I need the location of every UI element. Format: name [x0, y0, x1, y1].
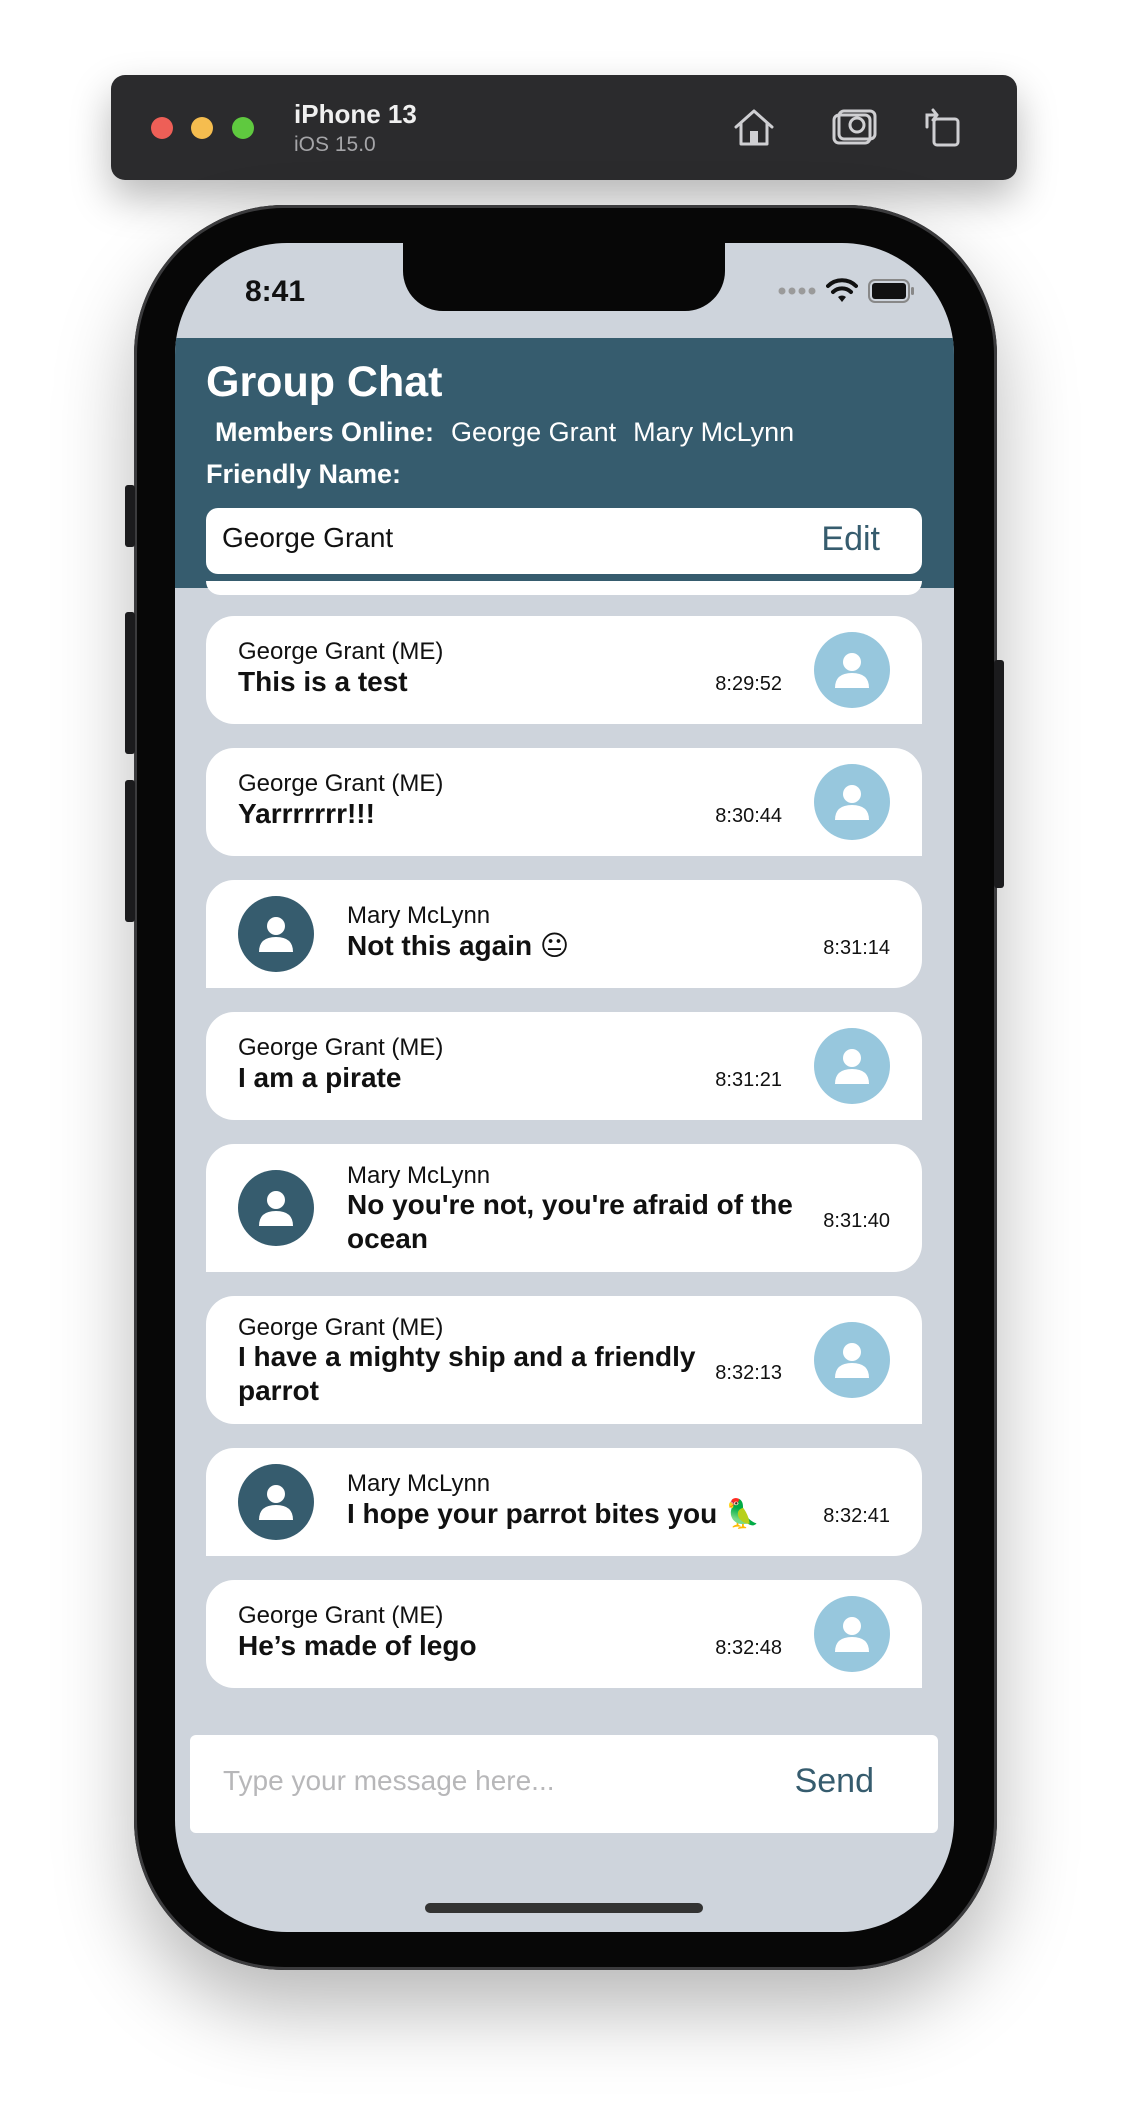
friendly-name-label: Friendly Name:: [206, 459, 402, 489]
message-composer[interactable]: Type your message here... Send: [190, 1735, 938, 1833]
message-bubble: Mary McLynn No you're not, you're afraid…: [206, 1144, 922, 1272]
avatar: [814, 1322, 890, 1398]
message-sender: George Grant (ME): [238, 638, 444, 665]
message-text: Yarrrrrrr!!!: [238, 798, 375, 829]
avatar: [814, 1028, 890, 1104]
message-bubble: Mary McLynn I hope your parrot bites you…: [206, 1448, 922, 1556]
message-sender: George Grant (ME): [238, 1602, 444, 1629]
message-text: This is a test: [238, 666, 408, 697]
zoom-window-button[interactable]: [232, 117, 254, 139]
home-icon[interactable]: [728, 101, 780, 153]
battery-icon: [868, 279, 914, 303]
message-time: 8:31:40: [823, 1210, 890, 1232]
screenshot-icon[interactable]: [827, 101, 879, 153]
message-time: 8:32:41: [823, 1505, 890, 1527]
message-text: I hope your parrot bites you 🦜: [347, 1498, 760, 1529]
message-text: He’s made of lego: [238, 1630, 477, 1661]
wifi-icon: [826, 278, 858, 302]
friendly-name-field[interactable]: George Grant Edit: [206, 508, 922, 574]
message-sender: Mary McLynn: [347, 1470, 491, 1497]
message-time: 8:29:52: [715, 673, 782, 695]
message-input[interactable]: Type your message here...: [223, 1765, 555, 1797]
friendly-name-input[interactable]: George Grant: [222, 522, 393, 554]
message-sender: George Grant (ME): [238, 1314, 444, 1341]
close-window-button[interactable]: [151, 117, 173, 139]
message-text: Not this again 😐: [347, 930, 570, 961]
signal-icon: [778, 287, 816, 295]
user-icon: [259, 1485, 293, 1520]
message-sender: George Grant (ME): [238, 770, 444, 797]
message-bubble: Mary McLynn Not this again 😐 8:31:14: [206, 880, 922, 988]
volume-up-button: [125, 612, 135, 754]
app-screen: 8:41 Group Chat Members Online: George G…: [175, 243, 954, 1932]
notch: [403, 243, 725, 311]
status-icons: [778, 276, 916, 306]
member-name: George Grant: [451, 417, 617, 447]
message-bubble: George Grant (ME) I have a mighty ship a…: [206, 1296, 922, 1424]
message-bubble: George Grant (ME) This is a test 8:29:52: [206, 616, 922, 724]
avatar: [238, 1464, 314, 1540]
status-time: 8:41: [245, 275, 306, 308]
user-icon: [835, 1343, 869, 1378]
message-bubble: George Grant (ME) He’s made of lego 8:32…: [206, 1580, 922, 1688]
simulator-toolbar: iPhone 13 iOS 15.0: [111, 75, 1017, 180]
page-title: Group Chat: [206, 358, 443, 406]
send-button[interactable]: Send: [795, 1762, 874, 1801]
message-bubble: George Grant (ME) I am a pirate 8:31:21: [206, 1012, 922, 1120]
avatar: [814, 764, 890, 840]
device-name: iPhone 13: [294, 99, 417, 129]
user-icon: [835, 1617, 869, 1652]
member-name: Mary McLynn: [633, 417, 795, 447]
message-text: No you're not, you're afraid of the ocea…: [347, 1189, 793, 1254]
members-online-label: Members Online:: [215, 417, 435, 447]
message-text: I am a pirate: [238, 1062, 402, 1093]
power-button: [994, 660, 1004, 888]
message-time: 8:31:14: [823, 937, 890, 959]
user-icon: [835, 1049, 869, 1084]
message-time: 8:32:13: [715, 1362, 782, 1384]
rotate-icon[interactable]: [917, 101, 969, 153]
user-icon: [259, 1191, 293, 1226]
avatar: [238, 896, 314, 972]
message-sender: George Grant (ME): [238, 1034, 444, 1061]
avatar: [814, 632, 890, 708]
os-version: iOS 15.0: [294, 133, 376, 156]
chat-header: Group Chat Members Online: George Grant …: [175, 338, 954, 588]
message-time: 8:32:48: [715, 1637, 782, 1659]
message-text: I have a mighty ship and a friendly parr…: [238, 1341, 696, 1406]
mute-switch: [125, 485, 135, 547]
previous-message-edge: [206, 581, 922, 595]
avatar: [814, 1596, 890, 1672]
message-time: 8:31:21: [715, 1069, 782, 1091]
volume-down-button: [125, 780, 135, 922]
home-indicator[interactable]: [425, 1903, 703, 1913]
edit-button[interactable]: Edit: [821, 520, 880, 559]
user-icon: [835, 653, 869, 688]
user-icon: [259, 917, 293, 952]
members-online: Members Online: George Grant Mary McLynn: [215, 417, 794, 448]
message-time: 8:30:44: [715, 805, 782, 827]
message-bubble: George Grant (ME) Yarrrrrrr!!! 8:30:44: [206, 748, 922, 856]
user-icon: [835, 785, 869, 820]
message-sender: Mary McLynn: [347, 902, 491, 929]
message-sender: Mary McLynn: [347, 1162, 491, 1189]
minimize-window-button[interactable]: [191, 117, 213, 139]
avatar: [238, 1170, 314, 1246]
